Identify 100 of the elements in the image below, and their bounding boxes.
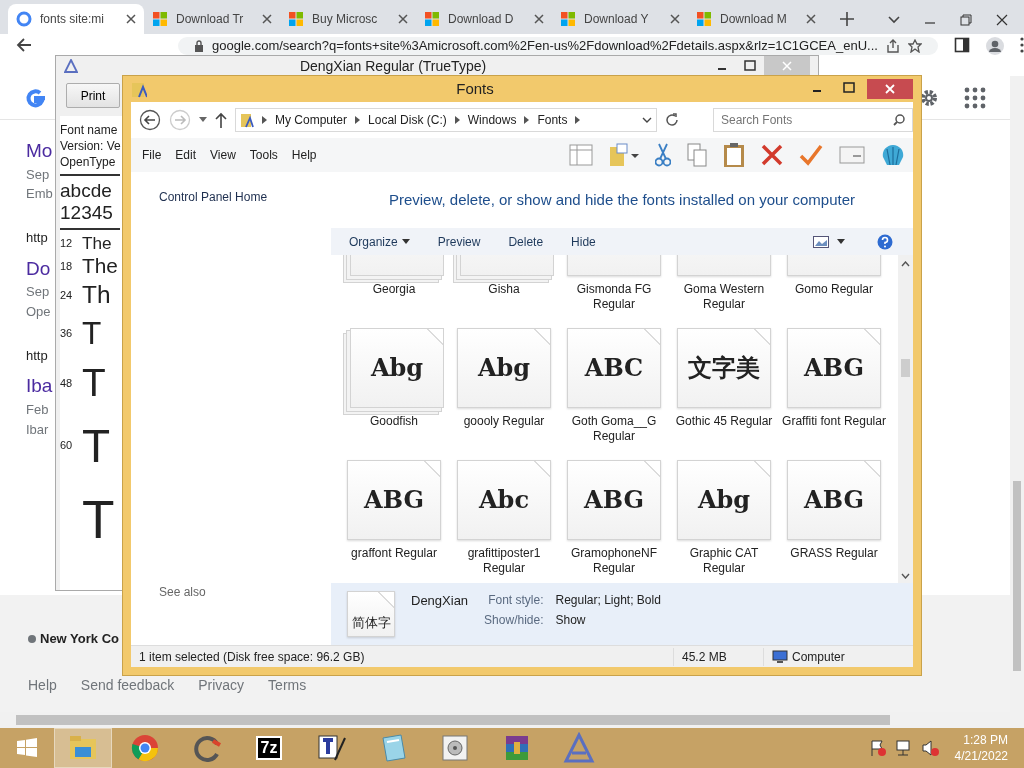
- menu-item[interactable]: View: [203, 146, 243, 164]
- close-icon[interactable]: [398, 14, 408, 24]
- address-bar[interactable]: My Computer Local Disk (C:) Windows Fonts: [235, 108, 657, 132]
- start-icon[interactable]: [16, 737, 38, 759]
- font-name[interactable]: graffont Regular: [351, 546, 437, 561]
- breadcrumb-item[interactable]: Fonts: [537, 111, 568, 129]
- network-icon[interactable]: [894, 739, 913, 757]
- taskbar-button[interactable]: 7z: [240, 728, 298, 768]
- share-icon[interactable]: [885, 39, 900, 53]
- flag-icon[interactable]: [868, 739, 887, 757]
- horizontal-scrollbar[interactable]: [0, 712, 1024, 728]
- font-name[interactable]: Goodfish: [370, 414, 418, 429]
- view-picture-icon[interactable]: [813, 235, 829, 248]
- font-name[interactable]: grafittiposter1 Regular: [449, 546, 559, 576]
- up-arrow-icon[interactable]: [215, 112, 227, 128]
- scroll-thumb[interactable]: [901, 359, 910, 377]
- close-icon[interactable]: [262, 14, 272, 24]
- page-heading: Preview, delete, or show and hide the fonts installed on your computer: [388, 189, 856, 210]
- back-arrow-icon[interactable]: [16, 37, 32, 53]
- footer-link[interactable]: Help: [28, 674, 57, 696]
- menu-item[interactable]: Edit: [168, 146, 204, 164]
- result-title[interactable]: Mo: [26, 140, 53, 163]
- browser-tab[interactable]: Download Y: [552, 4, 688, 34]
- speaker-icon[interactable]: [920, 739, 939, 757]
- breadcrumb-item[interactable]: My Computer: [275, 111, 348, 129]
- shell-icon[interactable]: [881, 143, 905, 167]
- font-name[interactable]: GramophoneNF Regular: [559, 546, 669, 576]
- window-icon[interactable]: [839, 146, 865, 164]
- font-name[interactable]: GRASS Regular: [790, 546, 878, 561]
- font-file-icon[interactable]: ABG: [567, 460, 661, 540]
- font-name[interactable]: Goma Western Regular: [669, 282, 779, 312]
- font-name[interactable]: Georgia: [372, 282, 416, 297]
- font-file-icon[interactable]: ABG: [347, 460, 441, 540]
- caret-icon[interactable]: [199, 117, 207, 123]
- menu-item[interactable]: File: [135, 146, 169, 164]
- browser-tab[interactable]: fonts site:mi: [8, 4, 144, 34]
- scissors-icon[interactable]: [655, 143, 671, 167]
- close-icon[interactable]: [534, 14, 544, 24]
- vertical-scrollbar[interactable]: [1010, 76, 1024, 712]
- font-name[interactable]: Gomo Regular: [794, 282, 873, 297]
- nav-link[interactable]: Control Panel Home: [159, 188, 268, 206]
- close-icon[interactable]: [670, 14, 680, 24]
- font-name[interactable]: Gismonda FG Regular: [559, 282, 669, 312]
- font-name[interactable]: Gisha: [488, 282, 520, 297]
- result-title[interactable]: Iba: [26, 375, 53, 398]
- browser-tab[interactable]: Buy Microsc: [280, 4, 416, 34]
- scroll-thumb[interactable]: [16, 715, 890, 725]
- star-icon[interactable]: [907, 39, 922, 53]
- address-bar[interactable]: google.com/search?q=fonts+site%3Amicrosoft.com%2Fen-us%2Fdownload%2Fdetails.aspx&rlz=1C1GCEA_enU...: [178, 37, 938, 55]
- toolbar-button[interactable]: Preview: [423, 232, 495, 251]
- scroll-down-icon[interactable]: [901, 573, 910, 579]
- side-panel-icon[interactable]: [953, 37, 970, 53]
- refresh-icon[interactable]: [665, 113, 679, 127]
- font-name[interactable]: Gothic 45 Regular: [675, 414, 773, 429]
- font-file-icon[interactable]: Abg: [677, 460, 771, 540]
- close-icon[interactable]: [126, 14, 136, 24]
- font-file-icon[interactable]: Abg: [457, 328, 551, 408]
- font-name[interactable]: Graphic CAT Regular: [669, 546, 779, 576]
- toolbar-button[interactable]: Delete: [494, 232, 558, 251]
- caret-icon[interactable]: [837, 239, 845, 244]
- font-file-icon[interactable]: Abc: [457, 460, 551, 540]
- restore-icon[interactable]: [960, 14, 972, 26]
- font-file-icon[interactable]: ABG: [787, 328, 881, 408]
- profile-icon[interactable]: [985, 37, 1004, 55]
- help-icon[interactable]: [877, 233, 893, 250]
- chevron-down-icon[interactable]: [888, 16, 900, 24]
- apps-grid-icon[interactable]: [964, 86, 986, 109]
- folder-check-icon[interactable]: [609, 143, 639, 167]
- font-file-icon[interactable]: ABG: [787, 460, 881, 540]
- browser-tab[interactable]: Download D: [416, 4, 552, 34]
- result-title[interactable]: Do: [26, 257, 51, 281]
- chevron-down-icon[interactable]: [642, 117, 652, 123]
- search-field[interactable]: Search Fonts: [713, 108, 913, 132]
- font-file-icon[interactable]: 文字美: [677, 328, 771, 408]
- font-name[interactable]: Goth Goma__G Regular: [559, 414, 669, 444]
- toolbar-button[interactable]: Hide: [557, 232, 610, 251]
- new-tab-icon[interactable]: [840, 12, 854, 26]
- sample-text: The: [82, 256, 118, 277]
- toolbar-button[interactable]: Organize: [335, 232, 424, 251]
- font-name[interactable]: Graffiti font Regular: [782, 414, 886, 429]
- clipboard-icon[interactable]: [723, 142, 745, 168]
- footer-link[interactable]: Send feedback: [80, 674, 175, 696]
- font-name[interactable]: goooly Regular: [463, 414, 545, 429]
- breadcrumb-item[interactable]: Local Disk (C:): [368, 111, 447, 129]
- scroll-up-icon[interactable]: [901, 261, 910, 267]
- menu-icon[interactable]: [1019, 37, 1024, 53]
- menu-item[interactable]: Tools: [242, 146, 285, 164]
- browser-tab[interactable]: Download Tr: [144, 4, 280, 34]
- footer-link[interactable]: Terms: [268, 674, 307, 696]
- print-button[interactable]: Print: [66, 83, 120, 109]
- menu-item[interactable]: Help: [284, 146, 324, 164]
- delete-x-icon[interactable]: [761, 144, 783, 166]
- scroll-thumb[interactable]: [1013, 481, 1021, 671]
- breadcrumb-item[interactable]: Windows: [467, 111, 517, 129]
- browser-tab[interactable]: Download M: [688, 4, 824, 34]
- close-icon[interactable]: [806, 14, 816, 24]
- checkmark-icon[interactable]: [799, 144, 823, 166]
- footer-link[interactable]: Privacy: [198, 674, 245, 696]
- close-icon[interactable]: [996, 14, 1008, 26]
- font-file-icon[interactable]: ABC: [567, 328, 661, 408]
